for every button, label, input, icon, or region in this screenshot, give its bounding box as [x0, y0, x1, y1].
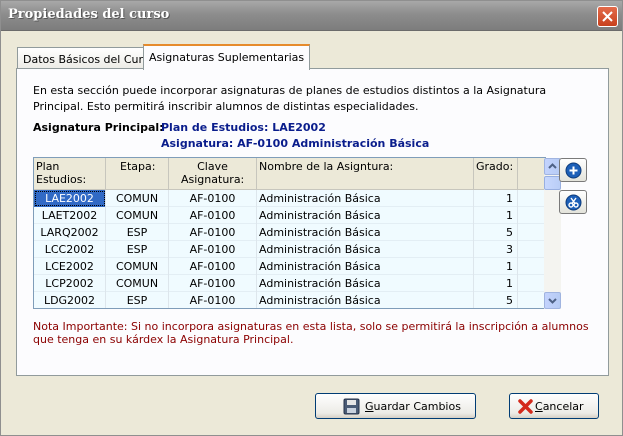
cell-nombre[interactable]: Administración Básica [257, 258, 474, 275]
tab-datos-basicos[interactable]: Datos Básicos del Curso [17, 47, 162, 69]
cell-grado[interactable]: 5 [474, 292, 518, 308]
cell-nombre[interactable]: Administración Básica [257, 292, 474, 308]
col-header-clave[interactable]: Clave Asignatura: [169, 158, 257, 190]
cell-nombre[interactable]: Administración Básica [257, 275, 474, 292]
table-row[interactable]: LAE2002 COMUN AF-0100 Administración Bás… [34, 190, 545, 207]
cell-clave[interactable]: AF-0100 [169, 292, 257, 308]
cell-grado[interactable]: 5 [474, 224, 518, 241]
cell-etapa[interactable]: ESP [106, 241, 169, 258]
cell-clave[interactable]: AF-0100 [169, 224, 257, 241]
cell-etapa[interactable]: COMUN [106, 275, 169, 292]
table-row[interactable]: LAET2002 COMUN AF-0100 Administración Bá… [34, 207, 545, 224]
cell-plan[interactable]: LCE2002 [34, 258, 106, 275]
cell-clave[interactable]: AF-0100 [169, 190, 257, 207]
col-header-etapa[interactable]: Etapa: [106, 158, 169, 190]
col-header-nombre[interactable]: Nombre de la Asigntura: [257, 158, 474, 190]
cell-plan[interactable]: LAET2002 [34, 207, 106, 224]
tab-panel: En esta sección puede incorporar asignat… [16, 68, 609, 376]
principal-asignatura: Asignatura: AF-0100 Administración Básic… [161, 137, 430, 150]
cell-etapa[interactable]: COMUN [106, 258, 169, 275]
principal-label: Asignatura Principal: [33, 121, 164, 134]
remove-icon [565, 194, 582, 211]
cell-plan[interactable]: LCP2002 [34, 275, 106, 292]
table-row[interactable]: LARQ2002 ESP AF-0100 Administración Bási… [34, 224, 545, 241]
cell-plan[interactable]: LAE2002 [34, 190, 106, 207]
properties-window: Propiedades del curso Datos Básicos del … [0, 0, 623, 436]
title-bar: Propiedades del curso [1, 1, 622, 31]
cell-grado[interactable]: 1 [474, 190, 518, 207]
important-note: Nota Importante: Si no incorpora asignat… [33, 320, 589, 346]
col-header-plan[interactable]: Plan Estudios: [34, 158, 106, 190]
cell-plan[interactable]: LARQ2002 [34, 224, 106, 241]
cell-etapa[interactable]: COMUN [106, 190, 169, 207]
principal-plan: Plan de Estudios: LAE2002 [161, 121, 326, 134]
add-asignatura-button[interactable] [559, 158, 587, 182]
add-icon [565, 162, 582, 179]
remove-asignatura-button[interactable] [559, 190, 587, 214]
cell-etapa[interactable]: ESP [106, 224, 169, 241]
table-row[interactable]: LCC2002 ESP AF-0100 Administración Básic… [34, 241, 545, 258]
cell-nombre[interactable]: Administración Básica [257, 190, 474, 207]
cell-clave[interactable]: AF-0100 [169, 241, 257, 258]
tab-asignaturas-suplementarias[interactable]: Asignaturas Suplementarias [143, 44, 311, 70]
section-description: En esta sección puede incorporar asignat… [33, 84, 547, 113]
col-header-grado[interactable]: Grado: [474, 158, 518, 190]
window-title: Propiedades del curso [8, 7, 170, 22]
grid-header: Plan Estudios: Etapa: Clave Asignatura: … [34, 158, 545, 190]
save-button-label: Guardar Cambios [365, 400, 461, 413]
table-row[interactable]: LCE2002 COMUN AF-0100 Administración Bás… [34, 258, 545, 275]
grid-scrollbar[interactable] [544, 158, 561, 309]
scroll-down-button[interactable] [544, 292, 561, 309]
close-icon [602, 11, 613, 22]
cell-etapa[interactable]: ESP [106, 292, 169, 308]
close-button[interactable] [597, 6, 618, 27]
cell-plan[interactable]: LDG2002 [34, 292, 106, 308]
cell-clave[interactable]: AF-0100 [169, 275, 257, 292]
chevron-down-icon [548, 298, 557, 304]
cell-etapa[interactable]: COMUN [106, 207, 169, 224]
cell-grado[interactable]: 1 [474, 207, 518, 224]
cell-grado[interactable]: 1 [474, 258, 518, 275]
cell-nombre[interactable]: Administración Básica [257, 207, 474, 224]
cell-plan[interactable]: LCC2002 [34, 241, 106, 258]
cell-clave[interactable]: AF-0100 [169, 258, 257, 275]
cell-clave[interactable]: AF-0100 [169, 207, 257, 224]
cancel-button-label: Cancelar [535, 400, 584, 413]
cell-nombre[interactable]: Administración Básica [257, 224, 474, 241]
table-row[interactable]: LDG2002 ESP AF-0100 Administración Básic… [34, 292, 545, 308]
cell-grado[interactable]: 1 [474, 275, 518, 292]
save-button[interactable]: Guardar Cambios [315, 393, 476, 419]
save-icon [343, 398, 360, 415]
table-row[interactable]: LCP2002 COMUN AF-0100 Administración Bás… [34, 275, 545, 292]
chevron-up-icon [548, 163, 557, 169]
asignaturas-grid: Plan Estudios: Etapa: Clave Asignatura: … [33, 157, 546, 309]
cancel-button[interactable]: Cancelar [509, 393, 599, 419]
cell-nombre[interactable]: Administración Básica [257, 241, 474, 258]
cancel-icon [518, 399, 533, 414]
cell-grado[interactable]: 3 [474, 241, 518, 258]
